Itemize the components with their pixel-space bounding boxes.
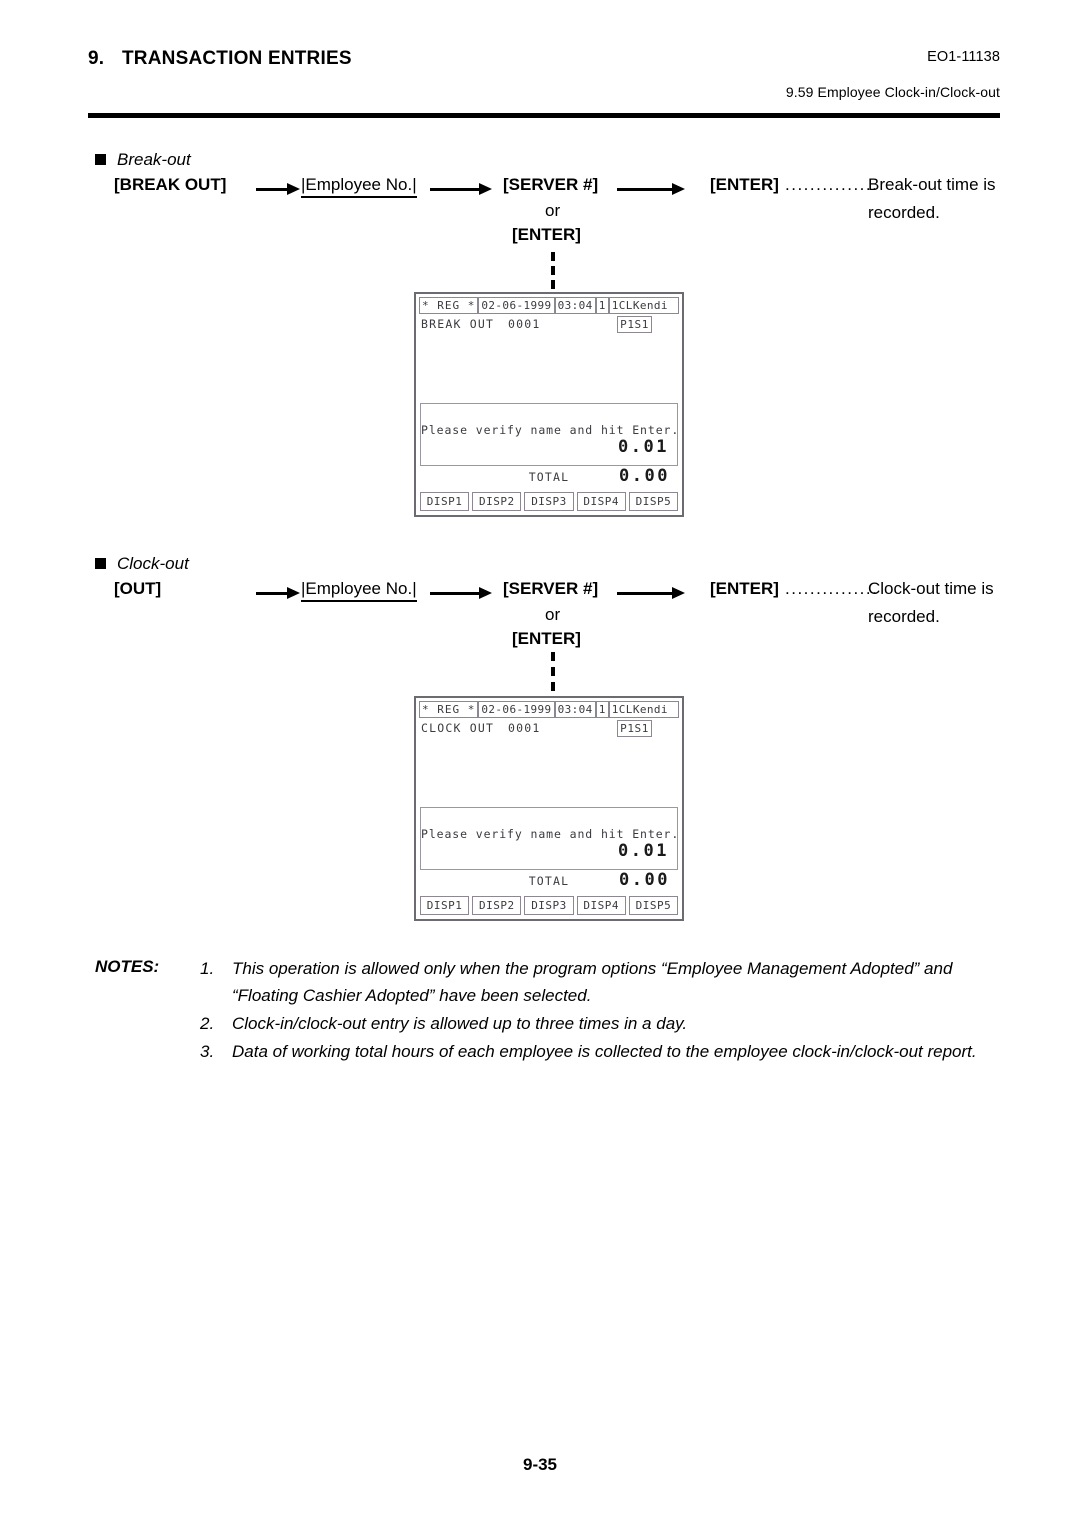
disp-key-2[interactable]: DISP2 [472, 896, 522, 915]
disp-key-3[interactable]: DISP3 [524, 896, 574, 915]
disp-key-4[interactable]: DISP4 [576, 896, 626, 915]
section-clock-out: Clock-out [OUT] |Employee No.| [SERVER #… [0, 0, 1080, 940]
pos-display-clock-out: * REG * 02-06-1999 03:04 1 1CLKendi CLOC… [414, 696, 684, 921]
ps-badge: P1S1 [617, 720, 652, 737]
note-text: Data of working total hours of each empl… [232, 1042, 977, 1061]
operation-name: CLOCK OUT [421, 721, 495, 735]
disp-key-5[interactable]: DISP5 [628, 896, 679, 915]
key-enter-final[interactable]: [ENTER] [710, 579, 779, 599]
key-enter-alt[interactable]: [ENTER] [512, 629, 581, 649]
note-text: Clock-in/clock-out entry is allowed up t… [232, 1014, 688, 1033]
note-number: 3. [200, 1042, 215, 1061]
note-item: 3. Data of working total hours of each e… [200, 1038, 1015, 1065]
total-amount: 0.00 [619, 870, 670, 890]
section-bullet-icon [95, 558, 106, 569]
status-time: 03:04 [554, 701, 596, 718]
note-number: 2. [200, 1014, 215, 1033]
note-item: 2. Clock-in/clock-out entry is allowed u… [200, 1010, 1015, 1037]
note-text: This operation is allowed only when the … [232, 959, 953, 1005]
flow-connector [551, 652, 555, 692]
status-mode: * REG * [419, 701, 479, 718]
display-message: Please verify name and hit Enter. [421, 827, 680, 841]
display-message-box: Please verify name and hit Enter. 0.01 [420, 807, 678, 870]
or-label: or [545, 605, 561, 624]
arrow-1 [256, 587, 300, 599]
leader-dots: ............... [785, 579, 879, 598]
notes-label: NOTES: [95, 957, 160, 976]
display-operation-row: CLOCK OUT 0001 P1S1 [420, 720, 678, 737]
status-register: 1 [595, 701, 609, 718]
key-out[interactable]: [OUT] [114, 579, 161, 599]
result-text-line2: recorded. [868, 607, 940, 626]
display-message-amount: 0.01 [618, 841, 669, 861]
display-total-row: TOTAL 0.00 [420, 870, 678, 892]
status-clerk: 1CLKendi [608, 701, 679, 718]
section-heading: Clock-out [117, 554, 189, 573]
arrow-2 [430, 587, 492, 599]
key-server-number[interactable]: [SERVER #] [503, 579, 598, 599]
operation-number: 0001 [508, 721, 541, 735]
status-date: 02-06-1999 [478, 701, 555, 718]
page-number: 9-35 [522, 1455, 558, 1474]
employee-number-field[interactable]: |Employee No.| [301, 579, 417, 602]
result-text-line1: Clock-out time is [868, 579, 994, 598]
note-number: 1. [200, 959, 215, 978]
notes-list: 1. This operation is allowed only when t… [200, 955, 1015, 1066]
disp-key-1[interactable]: DISP1 [420, 896, 470, 915]
display-function-keys: DISP1 DISP2 DISP3 DISP4 DISP5 [420, 896, 679, 915]
arrow-3 [617, 587, 685, 599]
display-status-bar: * REG * 02-06-1999 03:04 1 1CLKendi [419, 701, 679, 718]
note-item: 1. This operation is allowed only when t… [200, 955, 1015, 1009]
